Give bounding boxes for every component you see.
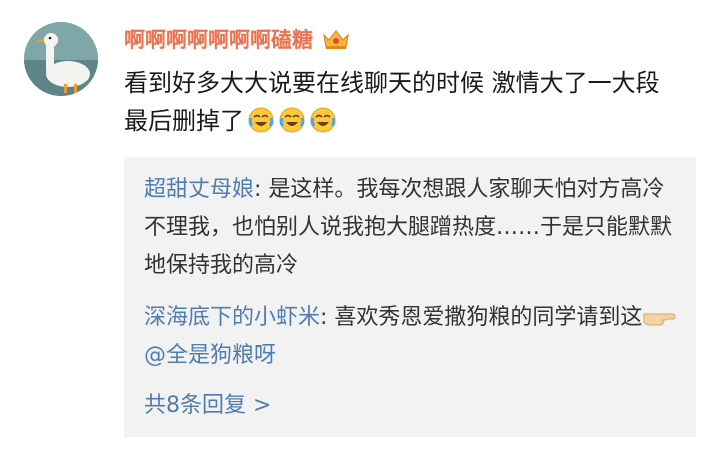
laugh-cry-emoji [309,106,337,134]
reply-separator: : [254,177,269,202]
crown-icon [321,27,351,51]
username[interactable]: 啊啊啊啊啊啊啊磕糖 [124,24,313,54]
mention-link[interactable]: @全是狗粮呀 [144,343,276,368]
pointing-hand-emoji [642,302,676,326]
reply-author[interactable]: 深海底下的小虾米 [144,305,320,330]
view-more-replies-link[interactable]: 共8条回复 > [144,387,271,419]
post-text: 看到好多大大说要在线聊天的时候 激情大了一大段 最后删掉了 [124,69,660,135]
laugh-cry-emoji [247,106,275,134]
reply-author[interactable]: 超甜丈母娘 [144,177,254,202]
username-row: 啊啊啊啊啊啊啊磕糖 [124,24,351,54]
reply-box: 超甜丈母娘: 是这样。我每次想跟人家聊天怕对方高冷不理我，也怕别人说我抱大腿蹭热… [124,157,696,437]
reply-separator: : [320,305,335,330]
laugh-cry-emoji [278,106,306,134]
goose-avatar-icon [24,22,98,96]
reply-2[interactable]: 深海底下的小虾米: 喜欢秀恩爱撒狗粮的同学请到这 @全是狗粮呀 [144,299,684,375]
reply-1[interactable]: 超甜丈母娘: 是这样。我每次想跟人家聊天怕对方高冷不理我，也怕别人说我抱大腿蹭热… [144,171,684,285]
reply-text: 喜欢秀恩爱撒狗粮的同学请到这 [334,305,643,330]
avatar[interactable] [24,22,98,96]
post-content: 看到好多大大说要在线聊天的时候 激情大了一大段 最后删掉了 [124,64,684,140]
